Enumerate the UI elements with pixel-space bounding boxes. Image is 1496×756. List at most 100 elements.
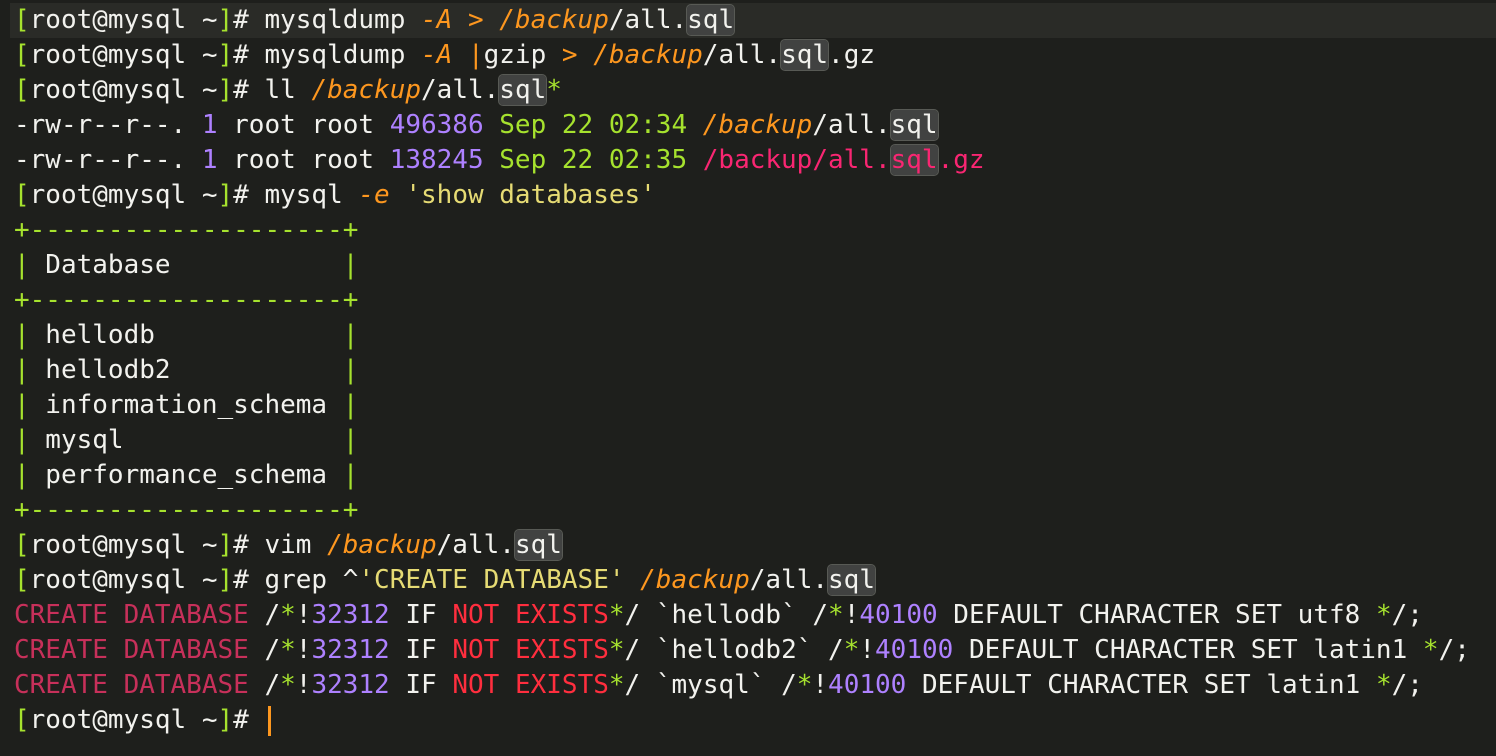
terminal-text: /all.: [436, 530, 515, 560]
terminal-text: hellodb2: [29, 355, 343, 385]
terminal-text: /;: [1391, 600, 1423, 630]
terminal-line: [root@mysql ~]# mysqldump -A |gzip > /ba…: [14, 38, 1494, 73]
terminal-text: /backup: [702, 110, 813, 140]
terminal-text: /all.: [749, 565, 829, 595]
terminal-text: -rw-r--r--.: [14, 145, 202, 175]
terminal-text: /;: [1438, 635, 1470, 665]
terminal-text: !: [843, 600, 860, 630]
terminal-text: *: [280, 600, 296, 630]
terminal-text: |: [452, 40, 484, 70]
search-highlight: sql: [889, 144, 939, 176]
terminal-text: mysql: [29, 425, 343, 455]
terminal-line: +--------------------+: [14, 493, 1494, 528]
search-highlight: sql: [889, 109, 939, 141]
terminal-line: | hellodb |: [14, 318, 1494, 353]
terminal-text: /: [248, 635, 281, 665]
terminal-text: /backup: [499, 5, 609, 35]
terminal-text: *: [1375, 600, 1392, 630]
terminal-text: ]: [217, 75, 234, 105]
terminal-text: |: [14, 425, 30, 455]
terminal-text: !: [295, 670, 312, 700]
terminal-line: +--------------------+: [14, 213, 1494, 248]
terminal-text: .gz: [937, 145, 985, 175]
terminal-text: Sep 22 02:35: [483, 145, 703, 175]
terminal-text: *: [796, 670, 813, 700]
terminal-text: 1: [201, 110, 218, 140]
terminal-text: *: [546, 75, 562, 105]
terminal-text: [: [14, 75, 30, 105]
terminal-text: / `mysql` /: [624, 670, 797, 700]
terminal-text: CREATE DATABASE: [14, 670, 249, 700]
terminal-text: NOT EXISTS: [452, 670, 609, 700]
terminal-text: 496386: [389, 110, 484, 140]
terminal-line: [root@mysql ~]# mysql -e 'show databases…: [14, 178, 1494, 213]
terminal-text: ]: [217, 180, 234, 210]
terminal-line: [root@mysql ~]# vim /backup/all.sql: [14, 528, 1494, 563]
terminal-text: root@mysql ~: [29, 530, 218, 560]
terminal-text: *: [280, 635, 296, 665]
search-highlight: sql: [686, 4, 736, 36]
terminal-text: 32312: [311, 635, 390, 665]
search-highlight: sql: [498, 74, 548, 106]
terminal-line: [root@mysql ~]# mysqldump -A > /backup/a…: [10, 3, 1496, 38]
terminal-text: [: [14, 5, 30, 35]
terminal-line: CREATE DATABASE /*!32312 IF NOT EXISTS*/…: [14, 668, 1494, 703]
terminal-text: root root: [217, 145, 390, 175]
terminal-text: # grep ^: [233, 565, 359, 595]
terminal-text: *: [828, 600, 844, 630]
terminal-text: !: [859, 635, 876, 665]
terminal-text: IF: [389, 670, 453, 700]
terminal-text: Database: [29, 250, 343, 280]
terminal-text: |: [14, 250, 30, 280]
terminal-text: -rw-r--r--.: [14, 110, 202, 140]
terminal-text: root@mysql ~: [29, 705, 218, 735]
terminal-text: # mysqldump: [233, 40, 421, 70]
terminal-text: root@mysql ~: [29, 75, 218, 105]
terminal-text: # vim: [233, 530, 328, 560]
search-highlight: sql: [780, 39, 830, 71]
terminal-text: root@mysql ~: [29, 5, 218, 35]
terminal-text: CREATE DATABASE: [14, 600, 249, 630]
terminal-line: [root@mysql ~]#: [14, 703, 1494, 738]
terminal-text: !: [295, 635, 312, 665]
terminal-text: !: [295, 600, 312, 630]
terminal-text: /backup: [640, 565, 750, 595]
terminal-text: *: [280, 670, 296, 700]
search-highlight: sql: [827, 564, 876, 596]
terminal-text: ]: [217, 705, 234, 735]
terminal-text: 1: [201, 145, 218, 175]
terminal-text: /backup/all.: [702, 145, 891, 175]
terminal-text: / `hellodb` /: [624, 600, 829, 630]
terminal-line: | Database |: [14, 248, 1494, 283]
terminal-text: *: [608, 635, 625, 665]
terminal-text: -A: [421, 40, 453, 70]
terminal-text: 32312: [311, 670, 390, 700]
terminal-text: # mysqldump: [233, 5, 421, 35]
terminal-text: DEFAULT CHARACTER SET latin1: [906, 670, 1376, 700]
terminal-text: root@mysql ~: [29, 40, 218, 70]
terminal-text: root@mysql ~: [29, 565, 218, 595]
terminal-line: CREATE DATABASE /*!32312 IF NOT EXISTS*/…: [14, 598, 1494, 633]
terminal-text: ]: [217, 40, 234, 70]
terminal-text: CREATE DATABASE: [14, 635, 249, 665]
terminal-window[interactable]: [root@mysql ~]# mysqldump -A > /backup/a…: [0, 0, 1496, 756]
terminal-text: [: [14, 705, 30, 735]
terminal-text: Sep 22 02:34: [483, 110, 703, 140]
terminal-text: +--------------------+: [14, 495, 359, 525]
search-highlight: sql: [513, 529, 563, 561]
terminal-text: -e: [358, 180, 390, 210]
terminal-text: /backup: [327, 530, 437, 560]
terminal-text: hellodb: [29, 320, 343, 350]
terminal-text: [: [14, 40, 30, 70]
terminal-line: | mysql |: [14, 423, 1494, 458]
terminal-line: [root@mysql ~]# grep ^'CREATE DATABASE' …: [14, 563, 1494, 598]
terminal-text: /all.: [812, 110, 891, 140]
terminal-text: [: [14, 530, 30, 560]
terminal-text: >: [561, 40, 594, 70]
terminal-text: *: [608, 670, 625, 700]
terminal-text: *: [1422, 635, 1439, 665]
terminal-text: NOT EXISTS: [452, 600, 609, 630]
terminal-line: -rw-r--r--. 1 root root 138245 Sep 22 02…: [14, 143, 1494, 178]
terminal-text: !: [812, 670, 829, 700]
